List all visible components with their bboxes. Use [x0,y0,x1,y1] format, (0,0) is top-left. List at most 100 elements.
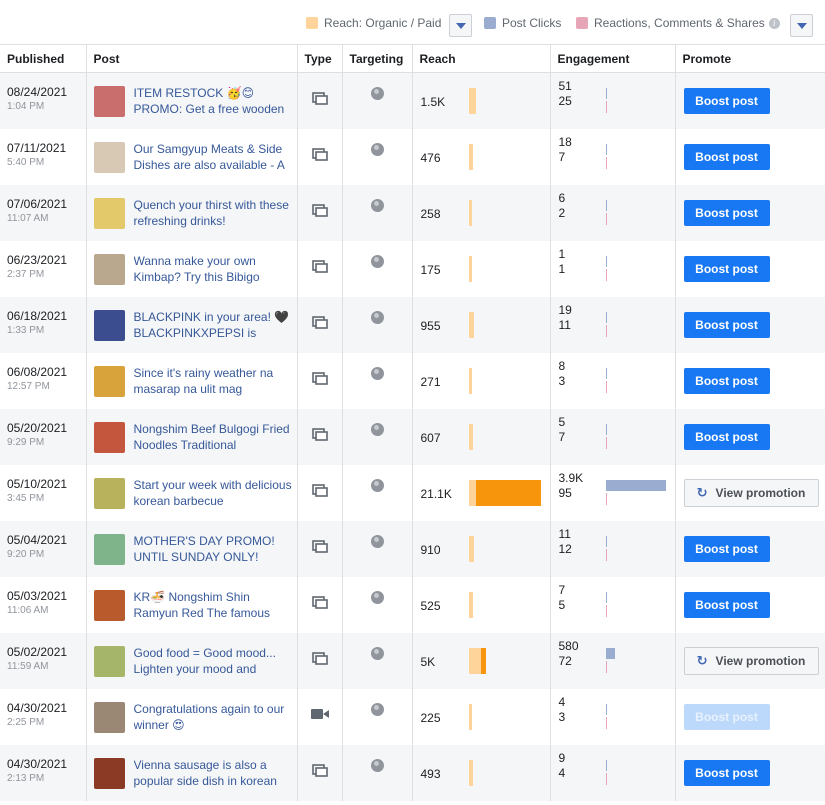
promote-cell: Boost post [675,576,825,633]
reach-dropdown-button[interactable] [449,14,472,37]
reactions-value: 11 [558,317,571,332]
boost-post-button[interactable]: Boost post [683,367,770,394]
globe-icon [370,198,384,212]
legend-clicks-swatch [484,17,496,29]
reactions-bar [605,492,607,505]
boost-post-button[interactable]: Boost post [683,535,770,562]
post-clicks-value: 11 [558,526,571,541]
post-thumbnail[interactable] [93,365,125,397]
post-link[interactable]: Our Samgyup Meats & Side Dishes are also… [134,141,294,173]
post-link[interactable]: Wanna make your own Kimbap? Try this Bib… [134,253,294,285]
post-link[interactable]: Vienna sausage is also a popular side di… [134,757,294,789]
post-link[interactable]: MOTHER'S DAY PROMO! UNTIL SUNDAY ONLY! [134,533,294,565]
post-clicks-value: 7 [558,582,566,597]
published-date: 05/04/2021 [7,532,68,547]
post-thumbnail[interactable] [93,645,125,677]
reactions-value: 5 [558,597,566,612]
post-thumbnail[interactable] [93,309,125,341]
reach-bar [468,255,472,282]
column-header-reach[interactable]: Reach [412,44,551,73]
column-header-targeting[interactable]: Targeting [342,44,413,73]
table-row[interactable]: 05/02/2021 11:59 AM Good food = Good moo… [0,632,825,689]
globe-icon [370,366,384,380]
post-thumbnail[interactable] [93,197,125,229]
view-promotion-label: View promotion [715,485,806,500]
published-cell: 04/30/2021 2:13 PM [0,744,87,801]
type-cell [297,296,343,353]
view-promotion-label: View promotion [715,653,806,668]
table-row[interactable]: 07/11/2021 5:40 PM Our Samgyup Meats & S… [0,128,825,185]
view-promotion-button[interactable]: ↻ View promotion [683,478,819,507]
column-header-engagement[interactable]: Engagement [550,44,676,73]
table-row[interactable]: 05/10/2021 3:45 PM Start your week with … [0,464,825,521]
column-header-published[interactable]: Published [0,44,87,73]
reach-bar-paid [475,479,541,506]
targeting-cell [342,520,413,577]
view-promotion-button[interactable]: ↻ View promotion [683,646,819,675]
post-thumbnail[interactable] [93,533,125,565]
boost-post-button[interactable]: Boost post [683,591,770,618]
post-link[interactable]: ITEM RESTOCK 🥳😊 PROMO: Get a free wooden [134,85,294,117]
reach-bar [468,591,473,618]
post-link[interactable]: Congratulations again to our winner 😍 [134,701,294,733]
published-cell: 05/10/2021 3:45 PM [0,464,87,521]
post-thumbnail[interactable] [93,253,125,285]
chart-legend: Reach: Organic / Paid Post Clicks Reacti… [0,0,825,44]
reach-value: 476 [420,150,441,165]
table-row[interactable]: 06/08/2021 12:57 PM Since it's rainy wea… [0,352,825,409]
reach-bar [468,535,474,562]
reactions-value: 25 [558,94,572,108]
post-link[interactable]: Start your week with delicious korean ba… [134,477,294,509]
promote-cell: Boost post [675,72,825,129]
globe-icon [370,534,384,548]
table-row[interactable]: 05/20/2021 9:29 PM Nongshim Beef Bulgogi… [0,408,825,465]
table-row[interactable]: 05/03/2021 11:06 AM KR🍜 Nongshim Shin Ra… [0,576,825,633]
column-header-post[interactable]: Post [86,44,298,73]
boost-post-button[interactable]: Boost post [683,255,770,282]
engagement-dropdown-button[interactable] [790,14,813,37]
reach-cell: 525 [412,576,551,633]
table-row[interactable]: 06/23/2021 2:37 PM Wanna make your own K… [0,240,825,297]
reach-bar-organic [468,535,474,562]
reach-bar-organic [468,88,476,114]
promote-cell: Boost post [675,352,825,409]
post-thumbnail[interactable] [93,701,125,733]
post-link[interactable]: Quench your thirst with these refreshing… [134,197,294,229]
video-icon [310,708,329,723]
post-thumbnail[interactable] [93,757,125,789]
post-clicks-value: 1 [558,246,566,261]
table-row[interactable]: 06/18/2021 1:33 PM BLACKPINK in your are… [0,296,825,353]
reach-bar-organic [468,367,472,394]
targeting-cell [342,184,413,241]
column-header-type[interactable]: Type [297,44,343,73]
info-icon[interactable]: i [768,17,780,29]
table-row[interactable]: 04/30/2021 2:25 PM Congratulations again… [0,688,825,745]
engagement-cell: 19 11 [550,296,676,353]
boost-post-button[interactable]: Boost post [683,143,770,170]
boost-post-button[interactable]: Boost post [683,199,770,226]
post-link[interactable]: KR🍜 Nongshim Shin Ramyun Red The famous [134,589,294,621]
column-header-promote[interactable]: Promote [675,44,825,73]
post-thumbnail[interactable] [93,477,125,509]
reactions-value: 1 [558,261,566,276]
boost-post-button[interactable]: Boost post [683,88,770,114]
boost-post-button[interactable]: Boost post [683,759,770,786]
table-row[interactable]: 08/24/2021 1:04 PM ITEM RESTOCK 🥳😊 PROMO… [0,72,825,129]
promote-cell: Boost post [675,240,825,297]
table-row[interactable]: 05/04/2021 9:20 PM MOTHER'S DAY PROMO! U… [0,520,825,577]
post-link[interactable]: BLACKPINK in your area! 🖤 BLACKPINKXPEPS… [134,309,294,341]
post-thumbnail[interactable] [93,141,125,173]
post-link[interactable]: Good food = Good mood... Lighten your mo… [134,645,294,677]
table-row[interactable]: 07/06/2021 11:07 AM Quench your thirst w… [0,184,825,241]
post-thumbnail[interactable] [93,589,125,621]
boost-post-button[interactable]: Boost post [683,423,770,450]
targeting-cell [342,576,413,633]
type-cell [297,408,343,465]
post-thumbnail[interactable] [93,86,125,117]
published-cell: 06/23/2021 2:37 PM [0,240,87,297]
post-link[interactable]: Nongshim Beef Bulgogi Fried Noodles Trad… [134,421,294,453]
boost-post-button[interactable]: Boost post [683,311,770,338]
table-row[interactable]: 04/30/2021 2:13 PM Vienna sausage is als… [0,744,825,801]
post-thumbnail[interactable] [93,421,125,453]
post-link[interactable]: Since it's rainy weather na masarap na u… [134,365,294,397]
